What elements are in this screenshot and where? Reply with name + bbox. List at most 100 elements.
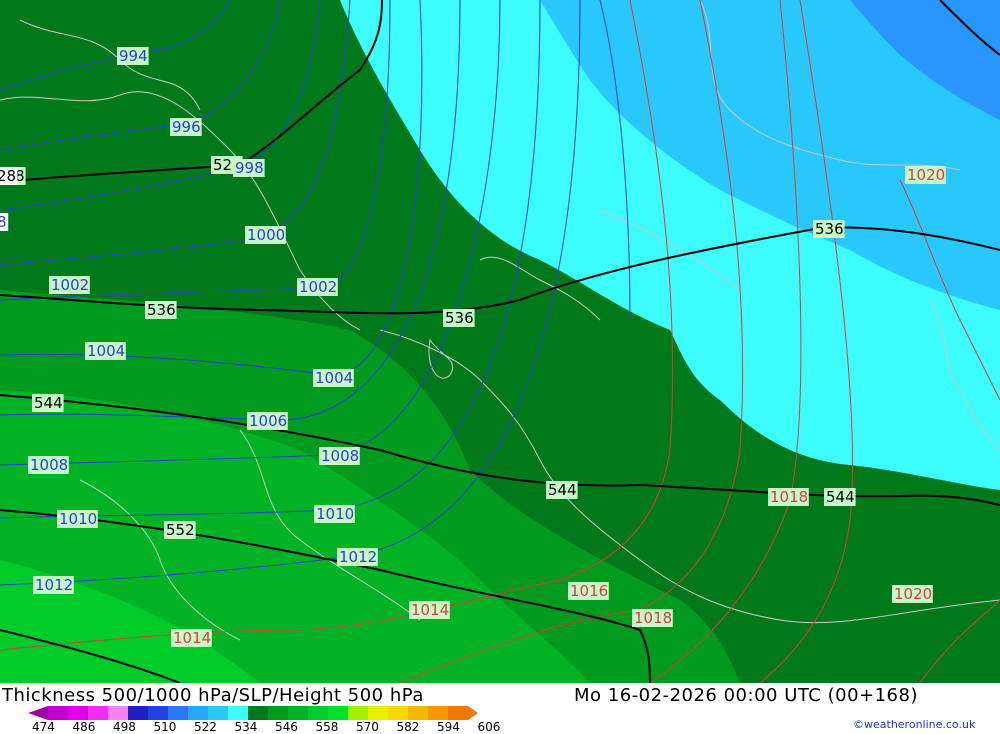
- thickness-label: 544: [546, 481, 578, 499]
- slp-label-text: 1006: [249, 412, 287, 430]
- scale-swatch: [408, 706, 429, 720]
- slp-label-text: 1020: [894, 585, 932, 603]
- slp-label-text: 1008: [30, 456, 68, 474]
- slp-label: 1016: [568, 582, 609, 600]
- slp-label-text: 1012: [339, 548, 377, 566]
- scale-tick-label: 486: [72, 720, 96, 734]
- scale-tick-label: 522: [194, 720, 217, 734]
- slp-label: 1010: [57, 510, 98, 528]
- slp-label-text: 1010: [316, 505, 354, 523]
- scale-tick-label: 546: [275, 720, 298, 734]
- thickness-label: 536: [145, 301, 177, 319]
- slp-label: 1018: [768, 488, 809, 506]
- slp-label: 996: [170, 118, 202, 136]
- thickness-label-text: 536: [147, 301, 176, 319]
- slp-label: 1020: [892, 585, 933, 603]
- scale-swatch: [88, 706, 109, 720]
- scale-tick-label: 582: [396, 720, 420, 734]
- slp-label: 1006: [247, 412, 288, 430]
- thickness-label-text: 536: [815, 220, 844, 238]
- slp-label-text: 1014: [173, 629, 211, 647]
- slp-label: 1014: [171, 629, 212, 647]
- edge-label-text: 8: [0, 213, 7, 231]
- slp-label-text: 998: [235, 159, 264, 177]
- scale-swatch: [48, 706, 69, 720]
- scale-swatch: [308, 706, 329, 720]
- color-scale: [28, 706, 478, 720]
- slp-label: 1004: [85, 342, 126, 360]
- slp-label: 1018: [632, 609, 673, 627]
- edge-label-text: 28: [0, 167, 16, 185]
- scale-tick-label: 558: [315, 720, 339, 734]
- thickness-label: 536: [813, 220, 845, 238]
- slp-label-text: 1012: [35, 576, 73, 594]
- slp-label: 994: [117, 47, 149, 65]
- scale-tick-label: 498: [113, 720, 136, 734]
- scale-swatch: [448, 706, 478, 720]
- slp-label-text: 1002: [51, 276, 89, 294]
- thickness-label: 536: [443, 309, 475, 327]
- color-scale-ticks: 474 486 498 510 522 534 546 558 570 582 594 606: [0, 720, 520, 734]
- scale-swatch: [168, 706, 189, 720]
- slp-label-text: 994: [119, 47, 148, 65]
- slp-label: 1002: [297, 278, 338, 296]
- scale-swatch: [328, 706, 349, 720]
- scale-tick-label: 570: [356, 720, 379, 734]
- slp-label-text: 1002: [299, 278, 337, 296]
- slp-label: 1004: [313, 369, 354, 387]
- scale-tick-label: 606: [477, 720, 501, 734]
- slp-label-text: 1004: [315, 369, 353, 387]
- slp-label: 1014: [409, 601, 450, 619]
- thickness-label-text: 544: [548, 481, 577, 499]
- slp-label-text: 1016: [570, 582, 608, 600]
- slp-label: 1020: [905, 166, 946, 184]
- slp-label-text: 1018: [770, 488, 808, 506]
- slp-label: 1008: [319, 447, 360, 465]
- scale-tick-label: 474: [32, 720, 55, 734]
- scale-swatch: [288, 706, 309, 720]
- slp-label-text: 1004: [87, 342, 125, 360]
- slp-label-text: 1018: [634, 609, 672, 627]
- scale-swatch: [388, 706, 409, 720]
- scale-tick-label: 534: [234, 720, 258, 734]
- slp-label-text: 996: [172, 118, 201, 136]
- slp-label: 1012: [337, 548, 378, 566]
- scale-swatch: [248, 706, 269, 720]
- scale-swatch: [128, 706, 149, 720]
- slp-label-text: 1014: [411, 601, 449, 619]
- scale-swatch: [428, 706, 449, 720]
- valid-time: Mo 16-02-2026 00:00 UTC (00+168): [574, 685, 918, 706]
- scale-swatch: [208, 706, 229, 720]
- slp-label: 1000: [245, 226, 286, 244]
- thickness-label: 552: [164, 521, 196, 539]
- thickness-label-text: 552: [166, 521, 195, 539]
- scale-swatch: [348, 706, 369, 720]
- slp-label-text: 1008: [321, 447, 359, 465]
- scale-swatch: [148, 706, 169, 720]
- map-title: Thickness 500/1000 hPa/SLP/Height 500 hP…: [2, 685, 424, 706]
- scale-swatch: [268, 706, 289, 720]
- slp-label-text: 1000: [247, 226, 285, 244]
- thickness-label: 544: [824, 488, 856, 506]
- slp-label: 998: [233, 159, 265, 177]
- thickness-label: 544: [32, 394, 64, 412]
- scale-swatch: [108, 706, 129, 720]
- slp-label: 1010: [314, 505, 355, 523]
- thickness-label-text: 544: [826, 488, 855, 506]
- scale-tick-label: 510: [153, 720, 177, 734]
- thickness-label-text: 544: [34, 394, 63, 412]
- slp-label: 1008: [28, 456, 69, 474]
- slp-label-text: 1010: [59, 510, 97, 528]
- edge-label: 8: [0, 213, 9, 231]
- edge-label: 28: [0, 167, 18, 185]
- scale-swatch: [188, 706, 209, 720]
- scale-swatch: [28, 706, 48, 720]
- weather-map: 5285285365365365445445445529949969981000…: [0, 0, 1000, 683]
- slp-label-text: 1020: [907, 166, 945, 184]
- slp-label: 1012: [33, 576, 74, 594]
- slp-label: 1002: [49, 276, 90, 294]
- credit-link[interactable]: ©weatheronline.co.uk: [853, 718, 975, 731]
- scale-tick-label: 594: [437, 720, 460, 734]
- scale-swatch: [368, 706, 389, 720]
- thickness-label-text: 536: [445, 309, 474, 327]
